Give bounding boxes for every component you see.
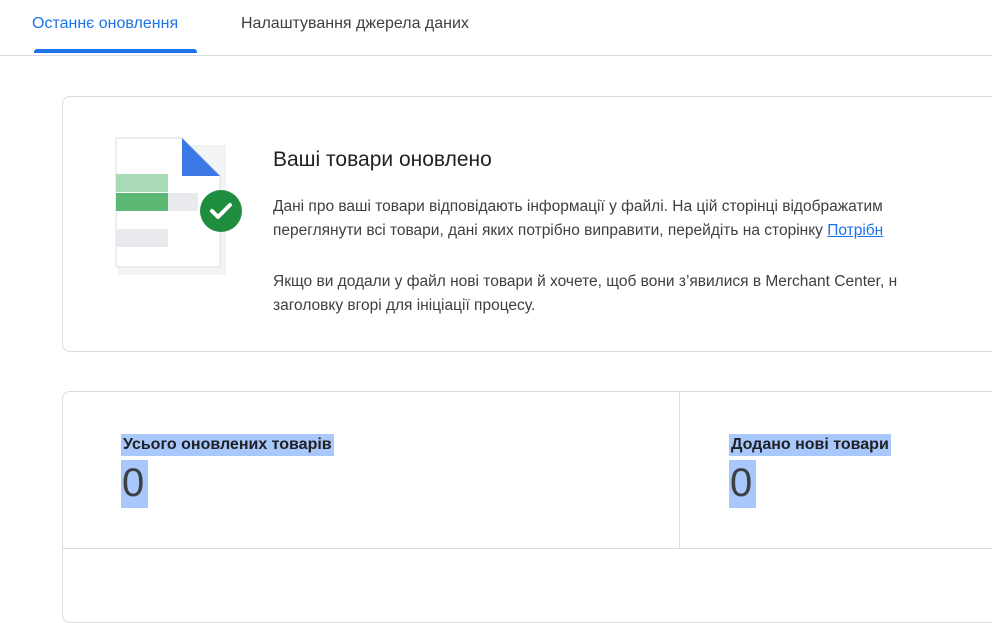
stats-card bbox=[62, 391, 992, 623]
tab-bar: Останнє оновлення Налаштування джерела д… bbox=[0, 0, 992, 56]
new-products-hint: Якщо ви додали у файл нові товари й хоче… bbox=[273, 270, 897, 318]
status-description-line-2: переглянути всі товари, дані яких потріб… bbox=[273, 219, 883, 243]
status-description-line-2-text: переглянути всі товари, дані яких потріб… bbox=[273, 222, 828, 239]
tab-data-source-settings[interactable]: Налаштування джерела даних bbox=[241, 0, 469, 54]
tab-latest-update[interactable]: Останнє оновлення bbox=[32, 0, 178, 54]
status-description: Дані про ваші товари відповідають інформ… bbox=[273, 195, 883, 243]
total-updated-value: 0 bbox=[121, 460, 149, 508]
spreadsheet-file-checkmark-icon bbox=[115, 137, 242, 275]
new-products-hint-line-1: Якщо ви додали у файл нові товари й хоче… bbox=[273, 273, 898, 290]
needs-attention-link[interactable]: Потрібн bbox=[827, 222, 883, 239]
new-products-added-value: 0 bbox=[729, 460, 757, 508]
active-tab-indicator bbox=[34, 49, 197, 53]
new-products-hint-line-2: заголовку вгорі для ініціації процесу. bbox=[273, 297, 536, 314]
total-updated-label: Усього оновлених товарів bbox=[121, 434, 334, 456]
status-description-line-1: Дані про ваші товари відповідають інформ… bbox=[273, 198, 883, 215]
stats-column-divider bbox=[679, 392, 680, 548]
new-products-added-label: Додано нові товари bbox=[729, 434, 891, 456]
status-title: Ваші товари оновлено bbox=[273, 148, 492, 171]
stats-row-divider bbox=[63, 548, 992, 549]
